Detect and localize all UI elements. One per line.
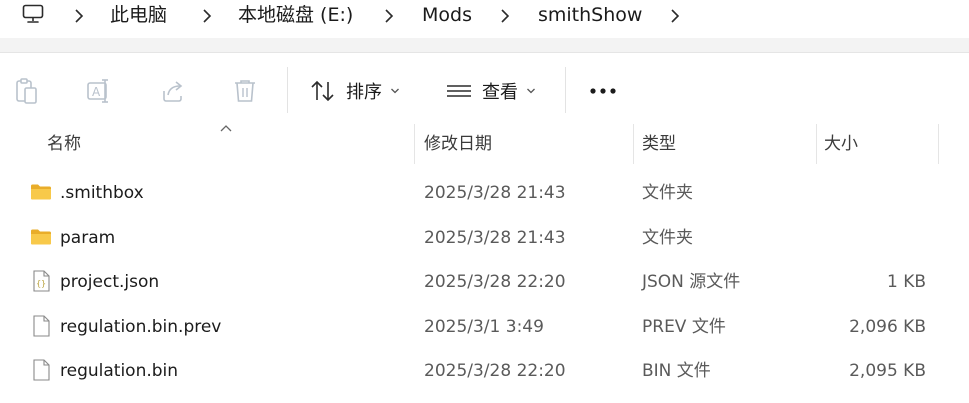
- column-divider[interactable]: [816, 124, 817, 164]
- file-modified: 2025/3/28 21:43: [424, 227, 566, 248]
- file-size: 2,095 KB: [849, 361, 926, 381]
- sort-button[interactable]: 排序: [310, 77, 400, 105]
- file-modified: 2025/3/28 22:20: [424, 361, 566, 381]
- view-list-icon: [447, 85, 471, 97]
- file-type: JSON 源文件: [642, 272, 741, 292]
- rename-icon[interactable]: A: [86, 77, 112, 105]
- file-list: .smithbox 2025/3/28 21:43 文件夹 param 2025…: [0, 171, 969, 394]
- chevron-right-icon[interactable]: [202, 8, 212, 24]
- file-modified: 2025/3/1 3:49: [424, 316, 544, 337]
- file-row[interactable]: regulation.bin 2025/3/28 22:20 BIN 文件 2,…: [0, 349, 969, 394]
- file-row[interactable]: .smithbox 2025/3/28 21:43 文件夹: [0, 171, 969, 216]
- file-name: regulation.bin: [60, 361, 179, 381]
- breadcrumb-smithshow[interactable]: smithShow: [538, 2, 642, 28]
- command-toolbar: A 排序 查看: [0, 52, 969, 124]
- file-size: [816, 171, 926, 215]
- view-button[interactable]: 查看: [446, 77, 536, 105]
- file-name: .smithbox: [60, 183, 144, 203]
- file-row[interactable]: {} project.json 2025/3/28 22:20 JSON 源文件…: [0, 260, 969, 305]
- column-header-name[interactable]: 名称: [47, 124, 81, 164]
- chevron-right-icon[interactable]: [384, 8, 394, 24]
- column-divider[interactable]: [414, 124, 415, 164]
- column-header: 名称 修改日期 类型 大小: [0, 124, 969, 164]
- share-icon[interactable]: [160, 77, 186, 105]
- address-bar[interactable]: 此电脑 本地磁盘 (E:) Mods smithShow: [0, 0, 969, 38]
- svg-text:A: A: [92, 85, 101, 99]
- file-type: 文件夹: [642, 227, 693, 248]
- column-header-type[interactable]: 类型: [642, 124, 676, 164]
- chevron-down-icon: [527, 88, 535, 94]
- sort-icon: [311, 80, 334, 102]
- file-icon: [33, 314, 50, 337]
- paste-icon[interactable]: [14, 77, 40, 105]
- sort-label: 排序: [346, 82, 382, 103]
- file-icon: [33, 359, 50, 381]
- chevron-right-icon[interactable]: [500, 8, 510, 24]
- view-label: 查看: [482, 82, 518, 103]
- column-header-size[interactable]: 大小: [824, 124, 858, 164]
- file-name: project.json: [60, 272, 160, 292]
- svg-text:{}: {}: [36, 279, 46, 288]
- column-header-modified[interactable]: 修改日期: [424, 124, 492, 164]
- file-type: PREV 文件: [642, 316, 726, 337]
- chevron-down-icon: [391, 88, 399, 94]
- column-divider[interactable]: [938, 124, 939, 164]
- sort-ascending-icon: [220, 125, 232, 132]
- breadcrumb-local-disk-e[interactable]: 本地磁盘 (E:): [238, 2, 353, 28]
- file-modified: 2025/3/28 22:20: [424, 272, 566, 292]
- file-row[interactable]: regulation.bin.prev 2025/3/1 3:49 PREV 文…: [0, 305, 969, 350]
- json-file-icon: {}: [33, 270, 50, 292]
- delete-icon[interactable]: [232, 77, 258, 105]
- file-row[interactable]: param 2025/3/28 21:43 文件夹: [0, 216, 969, 261]
- folder-icon: [31, 229, 51, 244]
- file-size: 1 KB: [886, 272, 926, 292]
- file-modified: 2025/3/28 21:43: [424, 183, 566, 203]
- folder-icon: [31, 184, 51, 200]
- file-name: param: [60, 227, 116, 248]
- more-options-icon[interactable]: [588, 87, 618, 95]
- chevron-right-icon[interactable]: [74, 8, 84, 24]
- toolbar-divider: [287, 67, 288, 113]
- file-size: 2,096 KB: [849, 316, 926, 337]
- file-type: 文件夹: [642, 183, 693, 203]
- file-name: regulation.bin.prev: [60, 316, 222, 337]
- breadcrumb-mods[interactable]: Mods: [422, 2, 472, 28]
- address-bar-separator: [0, 38, 969, 52]
- toolbar-divider: [565, 67, 566, 113]
- chevron-right-icon[interactable]: [670, 8, 680, 24]
- this-pc-icon[interactable]: [22, 4, 44, 24]
- file-size: [816, 216, 926, 260]
- breadcrumb-this-pc[interactable]: 此电脑: [110, 2, 167, 28]
- column-divider[interactable]: [633, 124, 634, 164]
- file-type: BIN 文件: [642, 361, 711, 381]
